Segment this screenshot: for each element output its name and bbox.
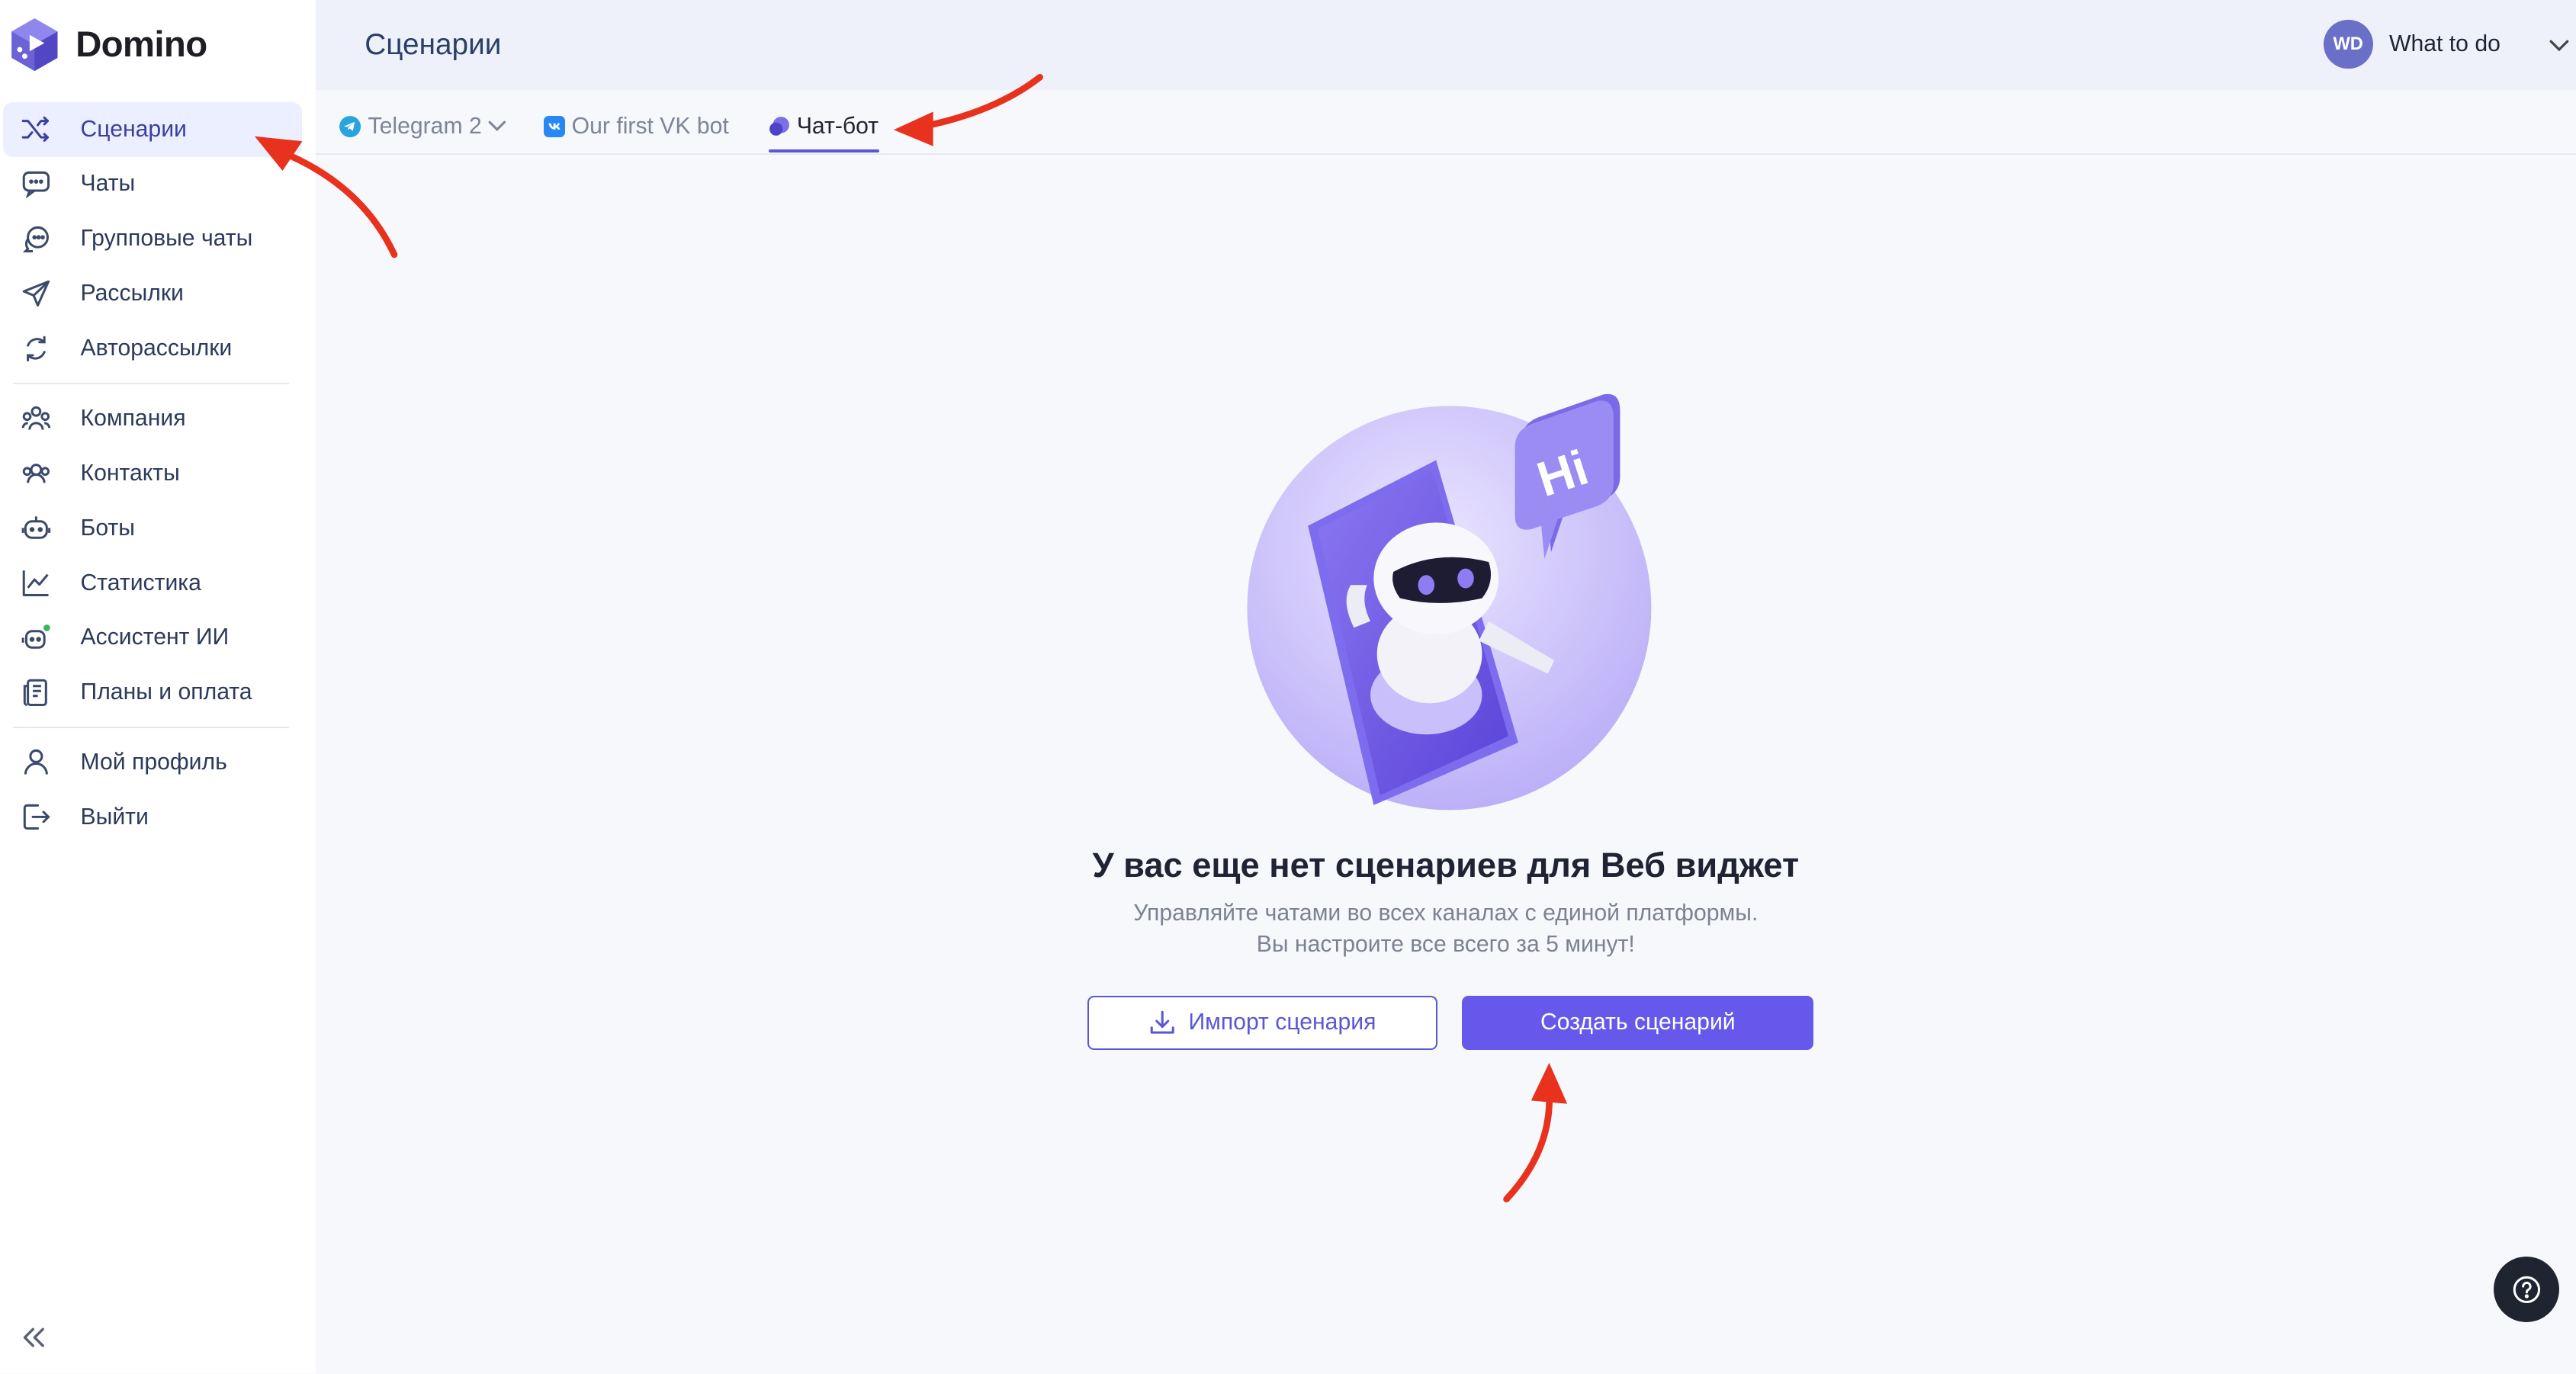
web-chat-icon <box>769 116 790 136</box>
sidebar-item-label: Планы и оплата <box>80 679 252 705</box>
sidebar-item-logout[interactable]: Выйти <box>0 790 316 845</box>
empty-state-subtitle-line: Вы настроите все всего за 5 минут! <box>1256 932 1635 958</box>
empty-state-subtitle: Управляйте чатами во всех каналах с един… <box>316 898 2576 961</box>
tab-telegram[interactable]: Telegram 2 <box>339 114 506 140</box>
create-scenario-button[interactable]: Создать сценарий <box>1462 995 1814 1050</box>
sidebar-divider <box>13 382 290 385</box>
sidebar-item-label: Компания <box>80 405 186 431</box>
top-header: Сценарии WD What to do <box>315 0 2576 91</box>
sidebar-item-chats[interactable]: Чаты <box>0 157 316 212</box>
chevron-down-icon <box>488 120 506 132</box>
user-name: What to do <box>2389 31 2501 57</box>
user-menu[interactable]: WD What to do <box>2323 19 2569 69</box>
tab-label: Чат-бот <box>796 113 879 139</box>
app-root: Domino Сценарии Чаты Групповые чаты Расс… <box>0 0 2576 1373</box>
telegram-icon <box>339 115 361 137</box>
empty-state-subtitle-line: Управляйте чатами во всех каналах с един… <box>1133 900 1759 926</box>
sidebar-item-broadcasts[interactable]: Рассылки <box>0 266 316 321</box>
tab-vk[interactable]: Our first VK bot <box>544 114 729 140</box>
shuffle-icon <box>21 114 51 144</box>
company-icon <box>21 403 51 433</box>
sidebar-item-label: Ассистент ИИ <box>80 624 230 650</box>
auto-send-icon <box>21 334 51 364</box>
sidebar-item-label: Рассылки <box>80 281 184 307</box>
tab-chat-bot[interactable]: Чат-бот <box>769 114 878 140</box>
sidebar-item-company[interactable]: Компания <box>0 391 316 446</box>
sidebar-item-billing[interactable]: Планы и оплата <box>0 665 316 720</box>
annotation-arrow <box>1503 1062 1568 1202</box>
sidebar-item-label: Групповые чаты <box>80 226 253 252</box>
sidebar-item-statistics[interactable]: Статистика <box>0 556 316 611</box>
help-button[interactable] <box>2494 1257 2560 1323</box>
sidebar-item-contacts[interactable]: Контакты <box>0 446 316 501</box>
robot-illustration: Hi <box>1247 393 1652 811</box>
sidebar-item-profile[interactable]: Мой профиль <box>0 735 316 790</box>
vk-icon <box>544 115 566 137</box>
active-tab-indicator <box>769 149 879 153</box>
page-title: Сценарии <box>365 27 502 61</box>
sidebar-item-ai-assistant[interactable]: Ассистент ИИ <box>0 611 316 666</box>
brand-name: Domino <box>75 24 207 65</box>
avatar: WD <box>2323 19 2373 69</box>
tab-label: Telegram 2 <box>368 113 482 139</box>
collapse-sidebar-button[interactable] <box>20 1323 46 1356</box>
profile-icon <box>21 747 51 777</box>
bot-icon <box>21 513 51 543</box>
logout-icon <box>21 802 51 832</box>
send-icon <box>21 279 51 309</box>
chat-bubble-icon <box>21 169 51 199</box>
sidebar-item-label: Контакты <box>80 460 180 486</box>
sidebar-item-group-chats[interactable]: Групповые чаты <box>0 211 316 266</box>
sidebar-item-label: Мой профиль <box>80 749 227 775</box>
sidebar-nav: Сценарии Чаты Групповые чаты Рассылки Ав… <box>0 101 316 845</box>
sidebar-item-label: Статистика <box>80 570 201 596</box>
contacts-icon <box>21 458 51 488</box>
chevron-down-icon <box>2549 30 2569 59</box>
sidebar-item-label: Боты <box>80 515 135 541</box>
create-scenario-label: Создать сценарий <box>1540 1010 1736 1035</box>
brand-logo[interactable]: Domino <box>10 17 207 72</box>
sidebar-item-label: Сценарии <box>80 116 187 142</box>
ai-assistant-icon <box>21 623 51 653</box>
download-icon <box>1150 1010 1174 1034</box>
sidebar-item-auto-broadcasts[interactable]: Авторассылки <box>0 321 316 376</box>
sidebar: Domino Сценарии Чаты Групповые чаты Расс… <box>0 0 316 1373</box>
question-icon <box>2513 1276 2540 1303</box>
import-scenario-button[interactable]: Импорт сценария <box>1087 995 1437 1050</box>
billing-icon <box>21 678 51 708</box>
import-scenario-label: Импорт сценария <box>1188 1010 1376 1035</box>
double-chevron-left-icon <box>23 1327 44 1347</box>
channel-tabs: Telegram 2 Our first VK bot Чат-бот <box>315 90 2576 155</box>
sidebar-item-scenarios[interactable]: Сценарии <box>3 101 303 157</box>
chart-icon <box>21 568 51 598</box>
empty-state-title: У вас еще нет сценариев для Веб виджет <box>1092 846 1800 885</box>
sidebar-item-label: Выйти <box>80 804 149 830</box>
sidebar-item-label: Авторассылки <box>80 335 233 361</box>
sidebar-item-label: Чаты <box>80 171 136 197</box>
sidebar-divider <box>13 727 290 729</box>
sidebar-item-bots[interactable]: Боты <box>0 501 316 556</box>
group-chat-icon <box>21 224 51 254</box>
logo-cube-icon <box>11 18 58 71</box>
tab-label: Our first VK bot <box>571 113 729 139</box>
